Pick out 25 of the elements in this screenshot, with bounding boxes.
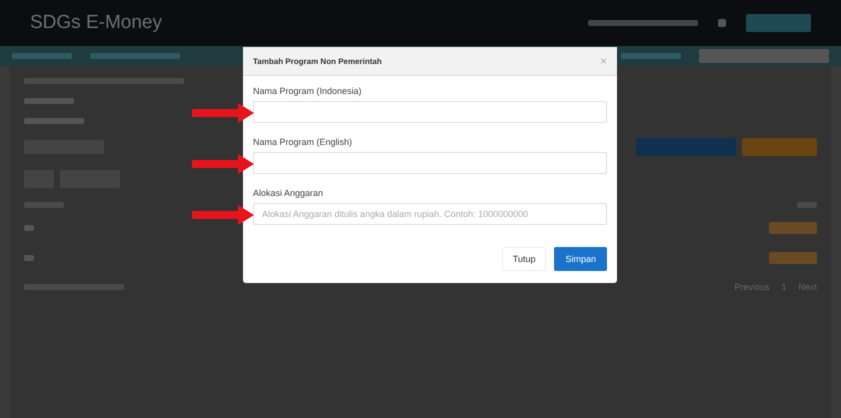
blurred-cell	[24, 255, 34, 261]
input-field[interactable]: Alokasi Anggaran ditulis angka dalam rupiah. Contoh: 1000000000	[253, 203, 607, 225]
blurred-nav-item[interactable]	[621, 53, 681, 59]
save-button[interactable]: Simpan	[554, 247, 607, 271]
blurred-nav-item[interactable]	[90, 53, 180, 59]
close-button[interactable]: ×	[600, 54, 607, 68]
blurred-button[interactable]	[636, 138, 736, 156]
blurred-button[interactable]	[742, 138, 817, 156]
modal-title: Tambah Program Non Pemerintah	[253, 56, 382, 66]
input-field[interactable]	[253, 101, 607, 123]
blurred-action-buttons[interactable]	[769, 222, 817, 234]
field-label: Nama Program (English)	[253, 137, 354, 147]
blurred-action-buttons[interactable]	[769, 252, 817, 264]
field-label: Nama Program (Indonesia)	[253, 86, 363, 96]
blurred-icon	[718, 19, 726, 27]
close-dialog-button[interactable]: Tutup	[502, 247, 546, 271]
blurred-nav-item[interactable]	[12, 53, 72, 59]
blurred-search-field[interactable]	[699, 49, 829, 63]
app-title: SDGs E-Money	[30, 12, 162, 34]
blurred-user-button[interactable]	[746, 14, 811, 32]
blurred-text	[24, 118, 84, 124]
field-label: Alokasi Anggaran	[253, 188, 324, 198]
blurred-cell	[24, 225, 34, 231]
blurred-text	[24, 98, 74, 104]
input-field[interactable]	[253, 152, 607, 174]
